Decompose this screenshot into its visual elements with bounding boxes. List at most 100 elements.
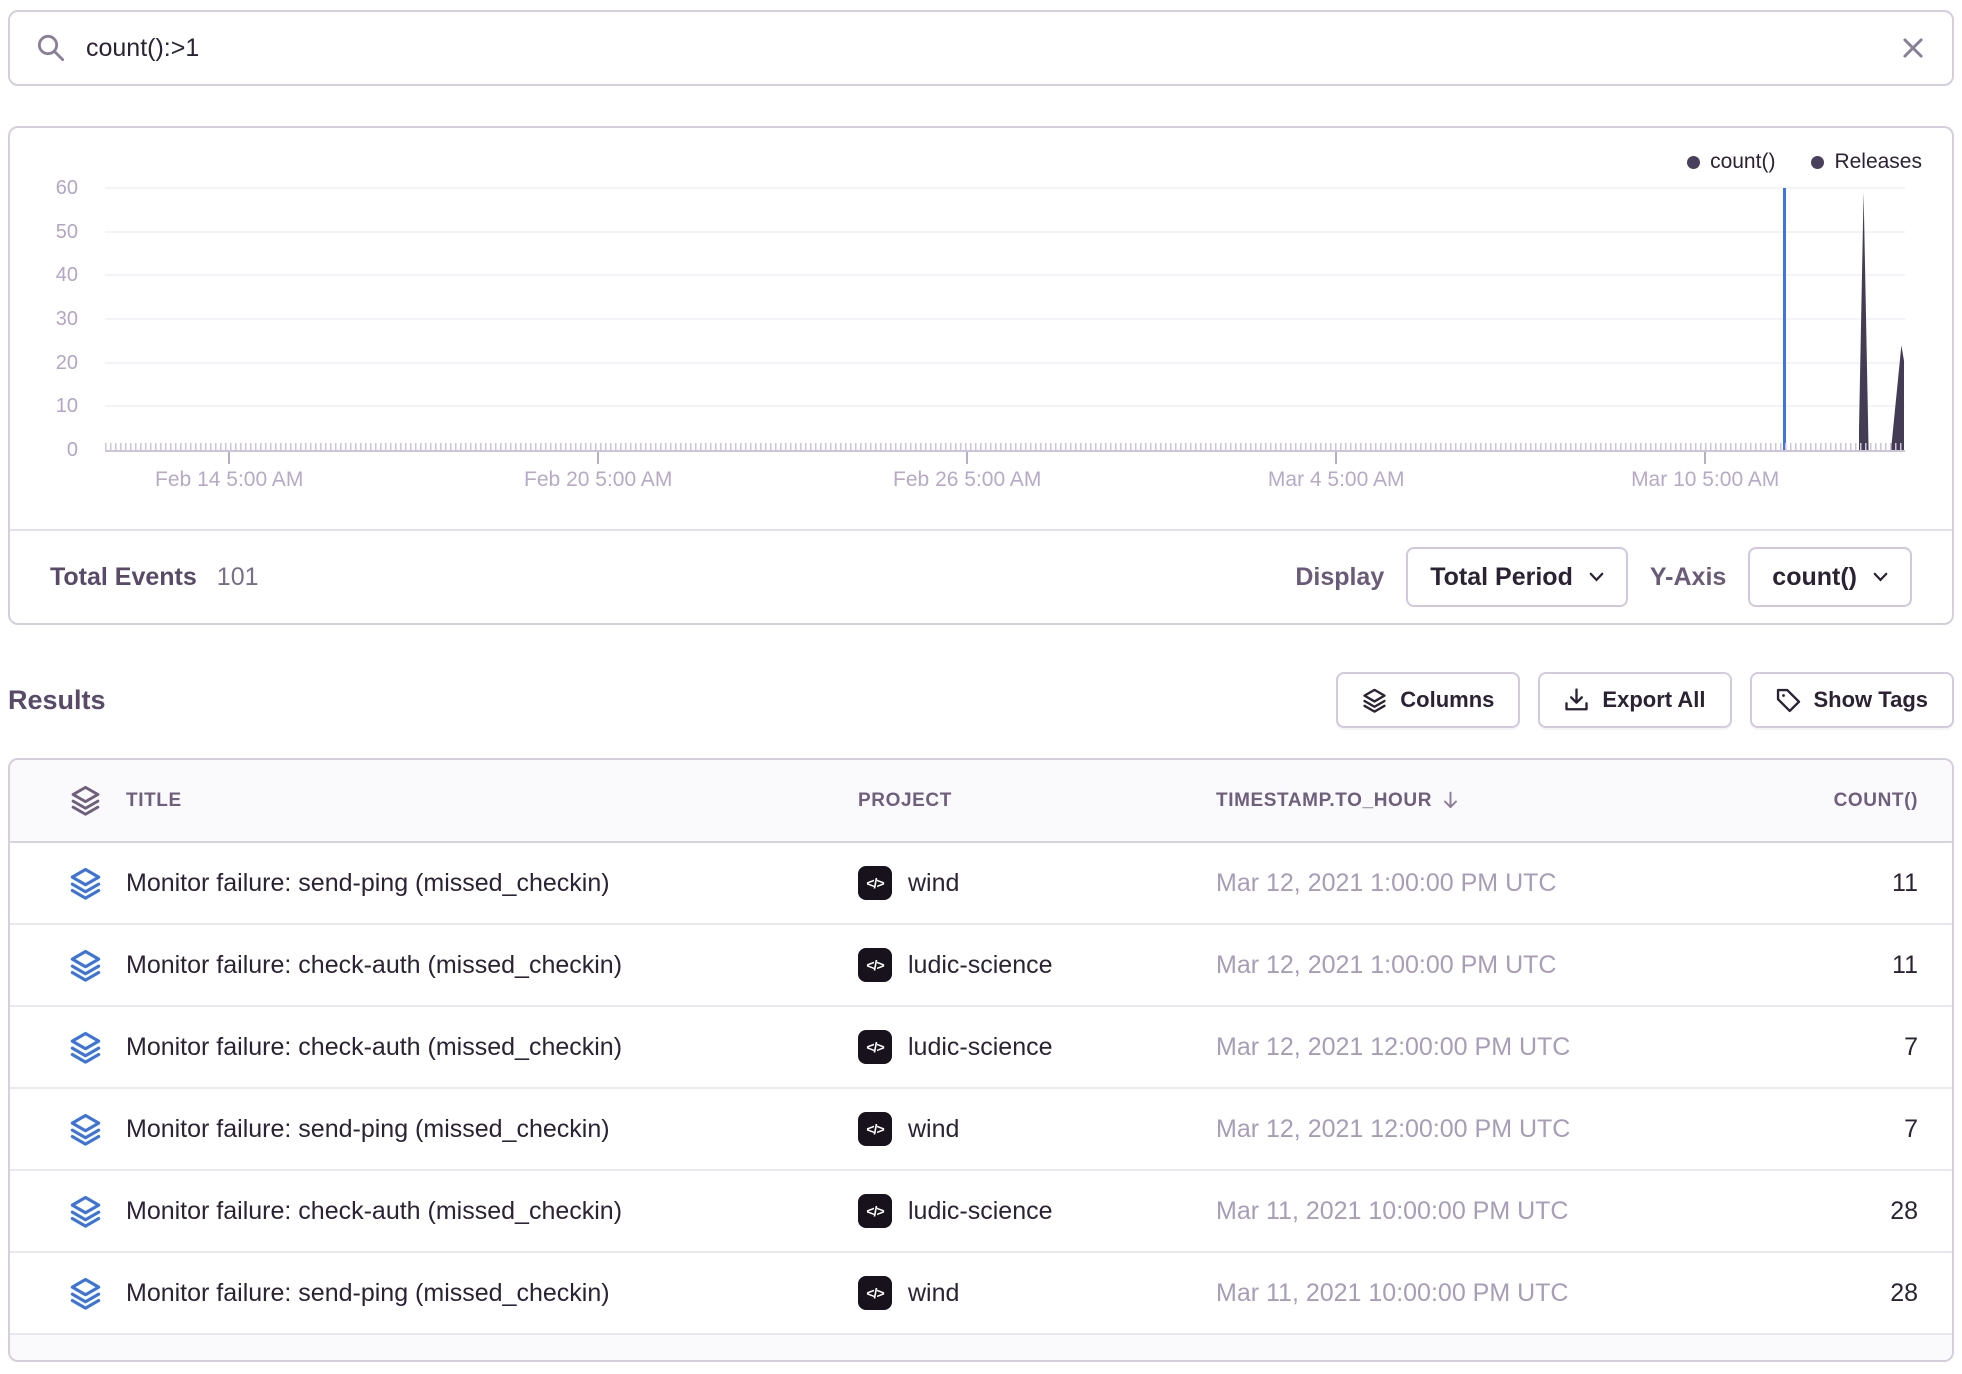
download-icon — [1564, 688, 1589, 713]
chart-legend: count() Releases — [1687, 150, 1922, 174]
row-timestamp: Mar 11, 2021 10:00:00 PM UTC — [1216, 1197, 1706, 1226]
tag-icon — [1776, 688, 1801, 713]
yaxis-select[interactable]: count() — [1748, 547, 1912, 607]
search-input[interactable] — [84, 33, 1882, 64]
yaxis-selected-value: count() — [1772, 563, 1857, 592]
code-icon: </> — [858, 948, 892, 982]
legend-dot-icon — [1811, 156, 1824, 169]
code-icon: </> — [858, 1276, 892, 1310]
gridline — [105, 318, 1905, 320]
code-icon: </> — [858, 1194, 892, 1228]
x-axis-line — [105, 450, 1905, 452]
x-axis-major-tick — [1704, 452, 1706, 464]
table-row[interactable]: Monitor failure: check-auth (missed_chec… — [10, 1007, 1952, 1089]
stack-icon — [44, 1113, 126, 1146]
export-all-button[interactable]: Export All — [1538, 672, 1731, 728]
y-axis-labels: 6050403020100 — [10, 188, 78, 450]
show-tags-button[interactable]: Show Tags — [1750, 672, 1955, 728]
stack-icon[interactable] — [44, 785, 126, 816]
row-count: 11 — [1706, 951, 1952, 980]
column-header-count[interactable]: COUNT() — [1706, 790, 1952, 812]
x-axis-major-tick — [1335, 452, 1337, 464]
x-axis-tick-label: Feb 26 5:00 AM — [837, 468, 1097, 492]
x-axis-major-tick — [597, 452, 599, 464]
code-icon: </> — [858, 1112, 892, 1146]
row-count: 11 — [1706, 869, 1952, 898]
table-row[interactable]: Monitor failure: send-ping (missed_check… — [10, 1089, 1952, 1171]
clear-search-icon[interactable] — [1900, 35, 1926, 61]
table-row[interactable]: Monitor failure: check-auth (missed_chec… — [10, 1171, 1952, 1253]
release-marker-line — [1783, 188, 1786, 450]
x-axis-tick-label: Feb 20 5:00 AM — [468, 468, 728, 492]
layers-icon — [1362, 688, 1387, 713]
row-project-name: ludic-science — [908, 951, 1053, 980]
y-axis-tick-label: 0 — [10, 439, 78, 462]
display-select[interactable]: Total Period — [1406, 547, 1628, 607]
row-count: 7 — [1706, 1033, 1952, 1062]
chart-panel: count() Releases 6050403020100 Feb 14 5:… — [8, 126, 1954, 625]
columns-button-label: Columns — [1400, 687, 1494, 713]
table-row[interactable]: Monitor failure: send-ping (missed_check… — [10, 1253, 1952, 1335]
row-project[interactable]: </> ludic-science — [858, 948, 1216, 982]
column-header-project[interactable]: PROJECT — [858, 790, 1216, 812]
row-count: 7 — [1706, 1115, 1952, 1144]
column-header-timestamp[interactable]: TIMESTAMP.TO_HOUR — [1216, 790, 1706, 812]
chevron-down-icon — [1589, 572, 1604, 582]
row-title[interactable]: Monitor failure: send-ping (missed_check… — [126, 1115, 858, 1144]
results-table: TITLE PROJECT TIMESTAMP.TO_HOUR COUNT() … — [8, 758, 1954, 1362]
y-axis-tick-label: 10 — [10, 395, 78, 418]
y-axis-tick-label: 40 — [10, 264, 78, 287]
display-label: Display — [1295, 563, 1384, 592]
stack-icon — [44, 949, 126, 982]
y-axis-tick-label: 60 — [10, 177, 78, 200]
row-timestamp: Mar 11, 2021 10:00:00 PM UTC — [1216, 1279, 1706, 1308]
table-row[interactable]: Monitor failure: send-ping (missed_check… — [10, 843, 1952, 925]
row-title[interactable]: Monitor failure: check-auth (missed_chec… — [126, 1033, 858, 1062]
row-timestamp: Mar 12, 2021 12:00:00 PM UTC — [1216, 1115, 1706, 1144]
yaxis-label: Y-Axis — [1650, 563, 1726, 592]
row-project-name: ludic-science — [908, 1197, 1053, 1226]
legend-item-count[interactable]: count() — [1687, 150, 1775, 174]
row-timestamp: Mar 12, 2021 1:00:00 PM UTC — [1216, 869, 1706, 898]
search-bar[interactable] — [8, 10, 1954, 86]
row-project[interactable]: </> ludic-science — [858, 1030, 1216, 1064]
legend-dot-icon — [1687, 156, 1700, 169]
legend-label: count() — [1710, 150, 1775, 174]
sort-desc-arrow-icon — [1440, 790, 1461, 811]
row-title[interactable]: Monitor failure: send-ping (missed_check… — [126, 869, 858, 898]
y-axis-tick-label: 30 — [10, 308, 78, 331]
columns-button[interactable]: Columns — [1336, 672, 1520, 728]
row-project-name: wind — [908, 1279, 959, 1308]
row-timestamp: Mar 12, 2021 1:00:00 PM UTC — [1216, 951, 1706, 980]
results-header: Results Columns Export All — [8, 672, 1954, 728]
x-axis-tick-label: Mar 10 5:00 AM — [1575, 468, 1835, 492]
row-project-name: wind — [908, 869, 959, 898]
table-row[interactable]: Monitor failure: check-auth (missed_chec… — [10, 925, 1952, 1007]
x-axis-tick-label: Feb 14 5:00 AM — [99, 468, 359, 492]
chevron-down-icon — [1873, 572, 1888, 582]
gridline — [105, 405, 1905, 407]
row-project[interactable]: </> wind — [858, 866, 1216, 900]
row-title[interactable]: Monitor failure: check-auth (missed_chec… — [126, 951, 858, 980]
export-all-button-label: Export All — [1602, 687, 1705, 713]
row-title[interactable]: Monitor failure: check-auth (missed_chec… — [126, 1197, 858, 1226]
legend-item-releases[interactable]: Releases — [1811, 150, 1922, 174]
row-title[interactable]: Monitor failure: send-ping (missed_check… — [126, 1279, 858, 1308]
table-header-row: TITLE PROJECT TIMESTAMP.TO_HOUR COUNT() — [10, 760, 1952, 843]
column-header-timestamp-label: TIMESTAMP.TO_HOUR — [1216, 790, 1432, 812]
column-header-title[interactable]: TITLE — [126, 790, 858, 812]
code-icon: </> — [858, 866, 892, 900]
chart-footer: Total Events 101 Display Total Period Y-… — [10, 529, 1952, 623]
table-footer — [10, 1335, 1952, 1360]
stack-icon — [44, 867, 126, 900]
row-count: 28 — [1706, 1279, 1952, 1308]
y-axis-tick-label: 50 — [10, 221, 78, 244]
row-project[interactable]: </> wind — [858, 1112, 1216, 1146]
row-project[interactable]: </> wind — [858, 1276, 1216, 1310]
search-icon — [36, 33, 66, 63]
gridline — [105, 362, 1905, 364]
row-project[interactable]: </> ludic-science — [858, 1194, 1216, 1228]
x-axis-major-tick — [228, 452, 230, 464]
chart-plot-area — [105, 188, 1905, 450]
x-axis-major-tick — [966, 452, 968, 464]
